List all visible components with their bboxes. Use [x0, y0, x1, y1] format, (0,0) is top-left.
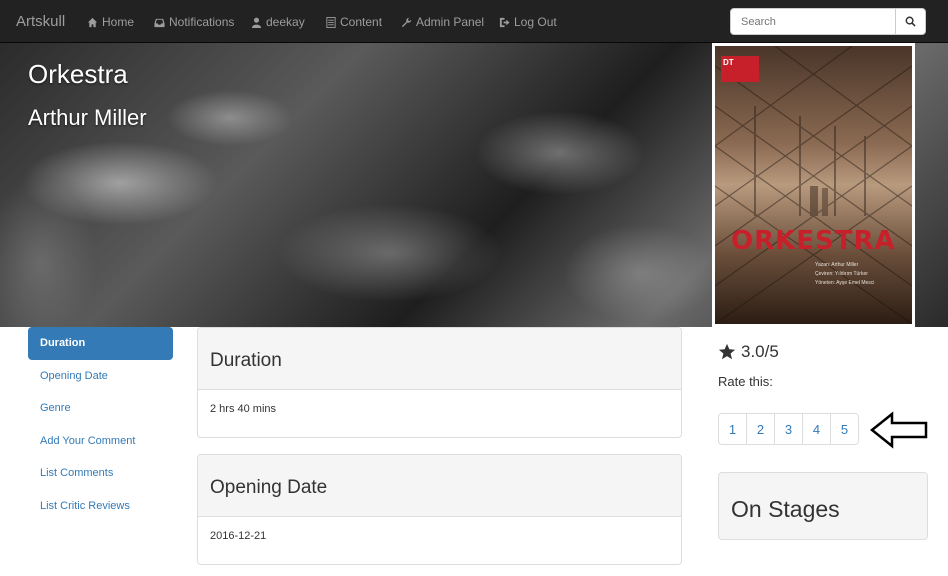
poster-credit: Yazan: Arthur Miller: [815, 262, 859, 268]
poster-logo-text: DT: [723, 58, 734, 67]
nav-content-label: Content: [340, 15, 383, 29]
duration-panel: Duration 2 hrs 40 mins: [197, 327, 682, 438]
rate-4-button[interactable]: 4: [802, 413, 831, 445]
poster-image: DT ORKESTRA Yazan: Arthur Miller Çeviren…: [712, 43, 915, 327]
panel-heading: Duration: [198, 328, 681, 390]
list-icon: [326, 16, 336, 28]
nav-logout[interactable]: Log Out: [499, 15, 557, 29]
sidebar-item-add-comment[interactable]: Add Your Comment: [28, 425, 173, 458]
home-icon: [87, 17, 98, 27]
rating-value: 3.0/5: [741, 342, 779, 361]
search-button[interactable]: [895, 8, 926, 35]
rate-3-button[interactable]: 3: [774, 413, 803, 445]
page-title: Orkestra: [28, 59, 128, 89]
rating-score: 3.0/5: [718, 342, 779, 362]
nav-home[interactable]: Home: [87, 15, 134, 29]
panel-body: 2 hrs 40 mins: [210, 403, 277, 415]
sidebar-item-opening-date[interactable]: Opening Date: [28, 360, 173, 393]
sidebar-item-genre[interactable]: Genre: [28, 392, 173, 425]
nav-logout-label: Log Out: [514, 15, 557, 29]
nav-home-label: Home: [102, 15, 135, 29]
rating-pagination: 1 2 3 4 5: [718, 413, 859, 445]
rate-this-label: Rate this:: [718, 374, 773, 389]
brand-link[interactable]: Artskull: [16, 13, 65, 30]
poster-title: ORKESTRA: [731, 226, 896, 256]
user-icon: [251, 17, 262, 28]
inbox-icon: [154, 18, 165, 27]
top-navbar: Artskull Home Notifications deekay Conte…: [0, 0, 948, 43]
nav-admin-panel-label: Admin Panel: [416, 15, 485, 29]
search-icon: [905, 16, 916, 27]
nav-admin-panel[interactable]: Admin Panel: [401, 15, 484, 29]
sidebar-item-duration[interactable]: Duration: [28, 327, 173, 360]
sidebar-nav: Duration Opening Date Genre Add Your Com…: [28, 327, 173, 522]
panel-body: 2016-12-21: [210, 530, 267, 542]
nav-notifications-label: Notifications: [169, 15, 235, 29]
sidebar-item-critic-reviews[interactable]: List Critic Reviews: [28, 490, 173, 523]
nav-notifications[interactable]: Notifications: [154, 15, 234, 29]
hero-banner: Orkestra Arthur Miller DT ORKESTRA Yazan…: [0, 43, 948, 327]
poster-credit: Yöneten: Ayşe Emel Mesci: [815, 280, 875, 286]
panel-heading: Opening Date: [198, 455, 681, 517]
nav-content[interactable]: Content: [326, 15, 382, 29]
on-stages-title: On Stages: [731, 496, 840, 522]
arrow-left-icon: [870, 411, 928, 449]
poster-credit: Çeviren: Yıldırım Türker: [815, 271, 868, 277]
on-stages-panel: On Stages: [718, 472, 928, 540]
nav-user[interactable]: deekay: [251, 15, 305, 29]
sidebar-item-list-comments[interactable]: List Comments: [28, 457, 173, 490]
fence-graphic: [715, 46, 912, 324]
nav-user-label: deekay: [266, 15, 305, 29]
star-icon: [718, 343, 736, 360]
wrench-icon: [401, 17, 412, 27]
rate-1-button[interactable]: 1: [718, 413, 747, 445]
page-subtitle: Arthur Miller: [28, 105, 147, 130]
opening-date-panel: Opening Date 2016-12-21: [197, 454, 682, 565]
rate-5-button[interactable]: 5: [830, 413, 859, 445]
search-input[interactable]: [730, 8, 896, 35]
logout-icon: [499, 17, 510, 27]
rate-2-button[interactable]: 2: [746, 413, 775, 445]
